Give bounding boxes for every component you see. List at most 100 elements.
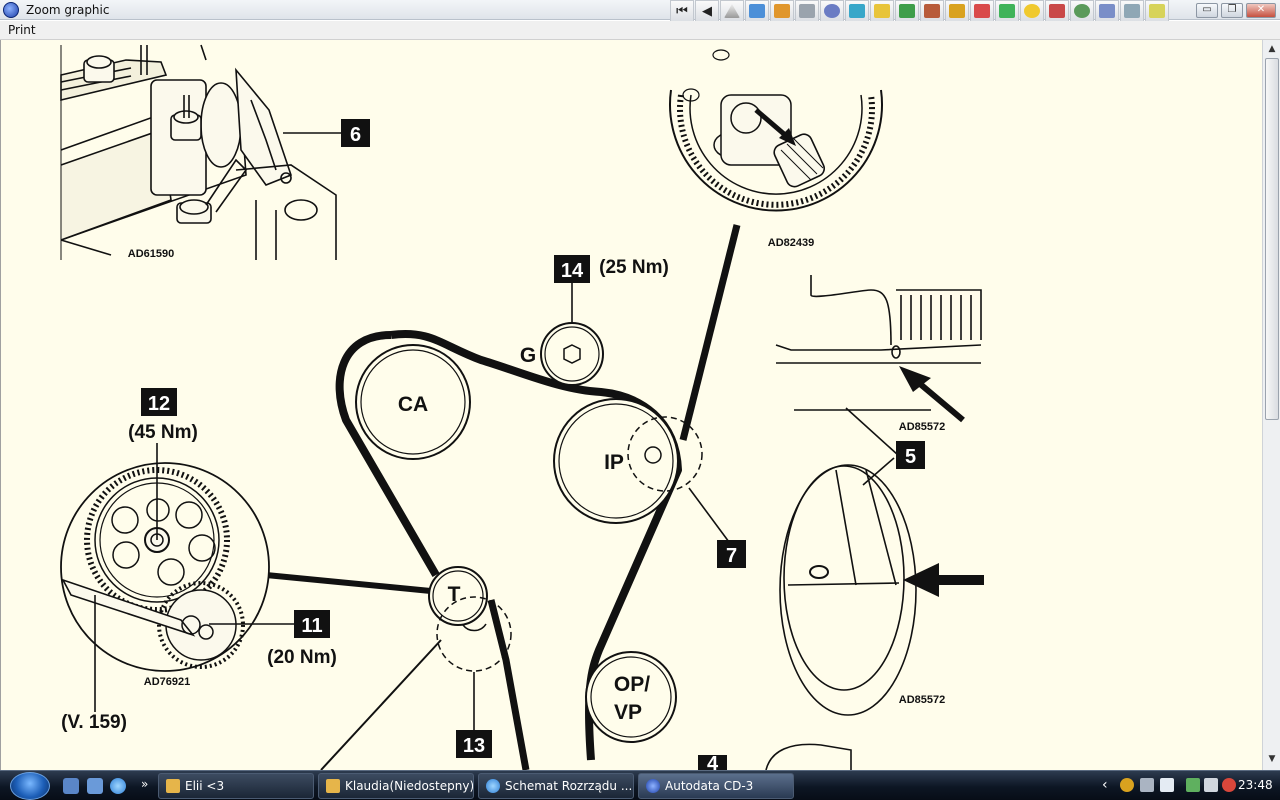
prev-page-icon: ◀: [702, 3, 712, 19]
switch-windows-icon[interactable]: [87, 778, 103, 794]
inset-code-ad85572-bottom: AD85572: [899, 694, 945, 706]
aircon-icon: [999, 4, 1015, 18]
info-icon: [749, 4, 765, 18]
lamp-icon: [1124, 4, 1140, 18]
prev-page-button[interactable]: ◀: [695, 0, 719, 22]
taskbar: » Elii <3 Klaudia(Niedostepny) Schemat R…: [0, 770, 1280, 800]
show-desktop-icon[interactable]: [63, 778, 79, 794]
hazard-button[interactable]: [970, 0, 994, 22]
tools-button[interactable]: [1095, 0, 1119, 22]
tool-reference: (V. 159): [61, 712, 127, 733]
system-tray: ‹ 23:48: [1098, 776, 1280, 796]
tools-icon: [1099, 4, 1115, 18]
vertical-scrollbar[interactable]: ▲ ▼: [1262, 40, 1280, 770]
pulley-camshaft: CA: [355, 344, 471, 460]
airbag-button[interactable]: [1020, 0, 1044, 22]
network-icon[interactable]: [1186, 778, 1200, 792]
taskbar-label-elii: Elii <3: [185, 779, 225, 793]
taskbar-button-autodata[interactable]: Autodata CD-3: [638, 773, 794, 799]
inset-code-ad85572-top: AD85572: [899, 421, 945, 433]
taskbar-label-autodata: Autodata CD-3: [665, 779, 754, 793]
app-icon: [3, 2, 19, 18]
security-icon[interactable]: [1222, 778, 1236, 792]
diagram-viewport: 6 AD61590 AD82439 CA G IP T OP/ VP 14 (2…: [0, 40, 1262, 770]
key-button[interactable]: [945, 0, 969, 22]
scroll-down-icon[interactable]: ▼: [1265, 752, 1279, 766]
callout-11-label: 11: [301, 615, 322, 637]
autodata-icon: [646, 779, 660, 793]
toolbar: ⏮ ◀: [670, 0, 1169, 22]
callout-6-label: 6: [350, 124, 361, 146]
taskbar-label-schemat: Schemat Rozrządu ...: [505, 779, 633, 793]
timing-icon: [1149, 4, 1165, 18]
fuel-button[interactable]: [895, 0, 919, 22]
lamp-button[interactable]: [1120, 0, 1144, 22]
oil-icon: [1049, 4, 1065, 18]
callout-14-label: 14: [561, 260, 584, 282]
tray-app-icon[interactable]: [1160, 778, 1174, 792]
maximize-button[interactable]: ❐: [1221, 3, 1243, 18]
first-page-icon: ⏮: [676, 3, 688, 19]
torque-11: (20 Nm): [267, 647, 337, 668]
timing-mark-inset-top: [775, 275, 982, 411]
timing-button[interactable]: [1145, 0, 1169, 22]
volume-icon[interactable]: [1204, 778, 1218, 792]
gauge-icon: [924, 4, 940, 18]
info-button[interactable]: [745, 0, 769, 22]
scroll-up-icon[interactable]: ▲: [1265, 42, 1279, 56]
partial-component: [765, 743, 852, 770]
fluid-button[interactable]: [845, 0, 869, 22]
menu-print[interactable]: Print: [8, 23, 36, 37]
pulley-vp-label: VP: [614, 701, 642, 724]
engine-icon: [774, 4, 790, 18]
warning-button[interactable]: [720, 0, 744, 22]
pulley-g-label: G: [520, 344, 536, 367]
callout-7-label: 7: [726, 545, 737, 567]
mail-icon: [166, 779, 180, 793]
service-icon: [1074, 4, 1090, 18]
scroll-thumb[interactable]: [1265, 58, 1279, 420]
gadget-icon[interactable]: [1120, 778, 1134, 792]
callout-4-label: 4: [707, 753, 719, 770]
window-title: Zoom graphic: [26, 3, 110, 17]
callout-13-label: 13: [463, 735, 485, 757]
fuel-icon: [899, 4, 915, 18]
battery-icon: [874, 4, 890, 18]
taskbar-button-elii[interactable]: Elii <3: [158, 773, 314, 799]
menu-bar: Print: [0, 21, 1280, 40]
tensioner-inset: [60, 462, 270, 672]
callout-5-label: 5: [905, 446, 916, 468]
service-button[interactable]: [1070, 0, 1094, 22]
camshaft-inset: [60, 44, 337, 260]
minimize-button[interactable]: ▭: [1196, 3, 1218, 18]
pulley-ca-label: CA: [398, 393, 428, 416]
gauge-button[interactable]: [920, 0, 944, 22]
hazard-icon: [974, 4, 990, 18]
clock[interactable]: 23:48: [1238, 778, 1273, 792]
start-button[interactable]: [10, 772, 50, 800]
inset-code-ad76921: AD76921: [144, 676, 190, 688]
tool-icon[interactable]: [1140, 778, 1154, 792]
timing-mark-inset-bottom: [779, 464, 917, 716]
airbag-icon: [1024, 4, 1040, 18]
pulley-t-label: T: [448, 583, 461, 606]
tray-expand-icon[interactable]: ‹: [1102, 777, 1108, 793]
timing-belt-diagram: 6 AD61590 AD82439 CA G IP T OP/ VP 14 (2…: [60, 44, 984, 770]
pulley-op-label: OP/: [614, 673, 650, 696]
aircon-button[interactable]: [995, 0, 1019, 22]
oil-button[interactable]: [1045, 0, 1069, 22]
taskbar-button-klaudia[interactable]: Klaudia(Niedostepny): [318, 773, 474, 799]
taskbar-button-schemat[interactable]: Schemat Rozrządu ...: [478, 773, 634, 799]
wrench-button[interactable]: [795, 0, 819, 22]
quicklaunch-more-icon[interactable]: »: [141, 777, 148, 791]
inset-code-ad82439: AD82439: [768, 237, 814, 249]
ie-quicklaunch-icon[interactable]: [110, 778, 126, 794]
close-button[interactable]: ✕: [1246, 3, 1276, 18]
wrench-icon: [799, 4, 815, 18]
battery-button[interactable]: [870, 0, 894, 22]
engine-button[interactable]: [770, 0, 794, 22]
tyre-button[interactable]: [820, 0, 844, 22]
torque-12: (45 Nm): [128, 422, 198, 443]
first-page-button[interactable]: ⏮: [670, 0, 694, 22]
ie-icon: [486, 779, 500, 793]
